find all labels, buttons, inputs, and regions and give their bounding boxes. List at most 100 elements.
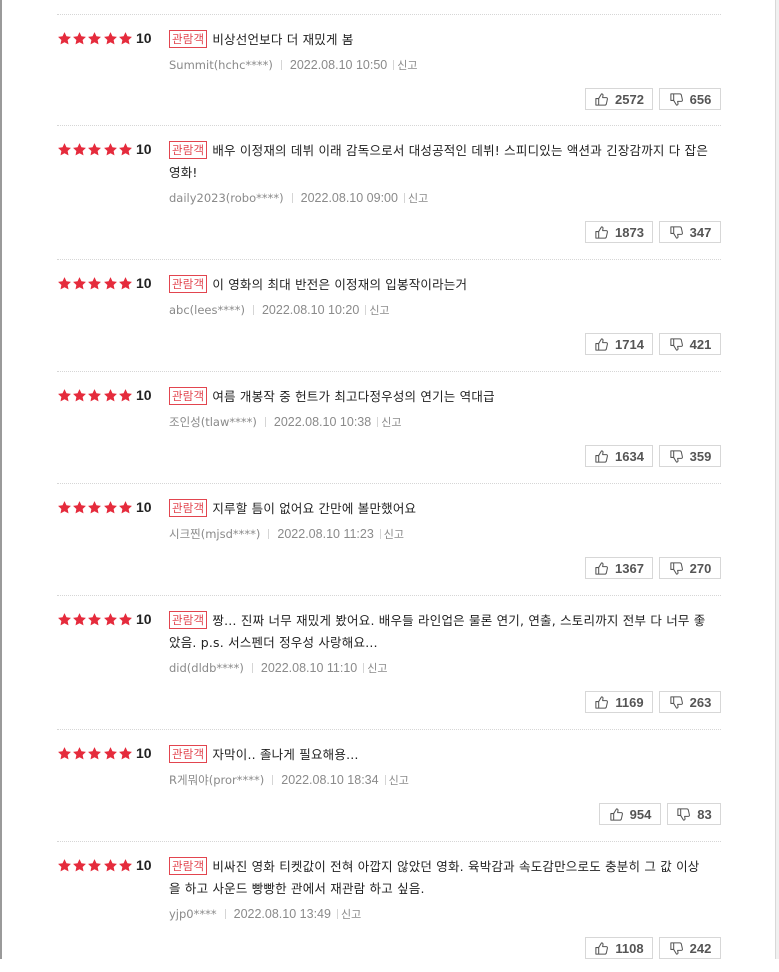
reviewer-name[interactable]: 시크찐(mjsd****) xyxy=(169,526,260,542)
reviewer-name[interactable]: daily2023(robo****) xyxy=(169,191,284,205)
divider xyxy=(272,775,274,785)
star-icon xyxy=(57,858,72,873)
review-meta: abc(lees****) 2022.08.10 10:20 신고 xyxy=(169,302,709,318)
like-button[interactable]: 1714 xyxy=(585,333,653,355)
report-link[interactable]: 신고 xyxy=(384,526,404,542)
review-item: 10 관람객 비상선언보다 더 재밌게 봄 Summit(hchc****) 202… xyxy=(57,15,721,126)
dislike-button[interactable]: 270 xyxy=(659,557,721,579)
audience-badge: 관람객 xyxy=(169,499,208,517)
dislike-button[interactable]: 347 xyxy=(659,221,721,243)
rating-score: 10 xyxy=(136,611,152,627)
report-link[interactable]: 신고 xyxy=(367,660,387,676)
review-date: 2022.08.10 10:38 xyxy=(273,415,372,429)
vote-buttons: 1367 270 xyxy=(585,557,721,579)
rating-score: 10 xyxy=(136,30,152,46)
review-date: 2022.08.10 09:00 xyxy=(300,191,398,205)
scrollbar-track[interactable] xyxy=(775,0,779,959)
star-icon xyxy=(57,746,72,761)
star-icon xyxy=(57,142,72,157)
reviewer-name[interactable]: 조인성(tlaw****) xyxy=(169,414,257,430)
star-rating xyxy=(57,388,133,403)
star-icon xyxy=(72,612,87,627)
star-icon xyxy=(72,858,87,873)
review-date: 2022.08.10 11:10 xyxy=(260,661,358,675)
like-button[interactable]: 1108 xyxy=(585,937,653,959)
star-rating xyxy=(57,612,133,627)
dislike-button[interactable]: 359 xyxy=(659,445,721,467)
dislike-count: 656 xyxy=(689,91,712,107)
like-count: 954 xyxy=(629,806,652,822)
thumbs-down-icon xyxy=(669,941,684,956)
star-icon xyxy=(118,388,133,403)
report-link[interactable]: 신고 xyxy=(408,190,428,206)
star-icon xyxy=(87,142,102,157)
star-icon xyxy=(57,31,72,46)
review-content: 비싸진 영화 티켓값이 전혀 아깝지 않았던 영화. 육박감과 속도감만으로도 … xyxy=(169,859,700,896)
dislike-count: 347 xyxy=(689,224,712,240)
star-icon xyxy=(118,746,133,761)
like-button[interactable]: 2572 xyxy=(585,88,653,110)
review-item: 10 관람객 자막이.. 졸나게 필요해용… R게뭐야(pror****) 2022… xyxy=(57,730,721,842)
like-count: 1714 xyxy=(615,336,644,352)
thumbs-up-icon xyxy=(594,337,609,352)
star-icon xyxy=(103,746,118,761)
audience-badge: 관람객 xyxy=(169,857,208,875)
review-content: 여름 개봉작 중 헌트가 최고다정우성의 연기는 역대급 xyxy=(212,389,495,404)
review-text: 관람객 비싸진 영화 티켓값이 전혀 아깝지 않았던 영화. 육박감과 속도감만으… xyxy=(169,856,709,900)
report-link[interactable]: 신고 xyxy=(369,302,389,318)
review-date: 2022.08.10 13:49 xyxy=(233,907,331,921)
review-item: 10 관람객 지루할 틈이 없어요 간만에 볼만했어요 시크찐(mjsd****)… xyxy=(57,484,721,596)
star-icon xyxy=(57,612,72,627)
dislike-count: 359 xyxy=(689,448,712,464)
divider xyxy=(393,60,395,70)
dislike-button[interactable]: 421 xyxy=(659,333,721,355)
report-link[interactable]: 신고 xyxy=(341,906,361,922)
review-meta: did(dldb****) 2022.08.10 11:10 신고 xyxy=(169,660,709,676)
star-icon xyxy=(118,612,133,627)
reviewer-name[interactable]: Summit(hchc****) xyxy=(169,58,273,72)
review-content: 지루할 틈이 없어요 간만에 볼만했어요 xyxy=(212,501,417,516)
review-meta: 시크찐(mjsd****) 2022.08.10 11:23 신고 xyxy=(169,526,709,542)
reviewer-name[interactable]: R게뭐야(pror****) xyxy=(169,772,264,788)
star-icon xyxy=(118,858,133,873)
reviewer-name[interactable]: abc(lees****) xyxy=(169,303,245,317)
like-button[interactable]: 1873 xyxy=(585,221,653,243)
report-link[interactable]: 신고 xyxy=(397,57,417,73)
dislike-button[interactable]: 83 xyxy=(667,803,721,825)
review-date: 2022.08.10 18:34 xyxy=(281,773,379,787)
star-rating xyxy=(57,858,133,873)
like-count: 1367 xyxy=(615,560,644,576)
vote-buttons: 954 83 xyxy=(599,803,721,825)
dislike-button[interactable]: 242 xyxy=(659,937,721,959)
review-meta: 조인성(tlaw****) 2022.08.10 10:38 신고 xyxy=(169,414,709,430)
dislike-button[interactable]: 656 xyxy=(659,88,721,110)
review-list: 10 관람객 비상선언보다 더 재밌게 봄 Summit(hchc****) 202… xyxy=(57,0,721,972)
reviewer-name[interactable]: did(dldb****) xyxy=(169,661,244,675)
thumbs-up-icon xyxy=(594,561,609,576)
report-link[interactable]: 신고 xyxy=(381,414,401,430)
like-button[interactable]: 1634 xyxy=(585,445,653,467)
divider xyxy=(365,305,367,315)
review-item: 10 관람객 배우 이정재의 데뷔 이래 감독으로서 대성공적인 데뷔! 스피디있… xyxy=(57,126,721,260)
divider xyxy=(264,417,266,427)
vote-buttons: 1169 263 xyxy=(585,691,721,713)
like-button[interactable]: 954 xyxy=(599,803,661,825)
dislike-button[interactable]: 263 xyxy=(659,691,721,713)
divider xyxy=(224,909,226,919)
report-link[interactable]: 신고 xyxy=(389,772,409,788)
divider xyxy=(363,663,365,673)
divider xyxy=(291,193,293,203)
like-button[interactable]: 1367 xyxy=(585,557,653,579)
thumbs-down-icon xyxy=(669,225,684,240)
divider xyxy=(379,529,381,539)
star-icon xyxy=(103,31,118,46)
review-meta: daily2023(robo****) 2022.08.10 09:00 신고 xyxy=(169,190,709,206)
like-button[interactable]: 1169 xyxy=(585,691,653,713)
star-icon xyxy=(118,276,133,291)
vote-buttons: 1108 242 xyxy=(585,937,721,959)
star-icon xyxy=(72,746,87,761)
audience-badge: 관람객 xyxy=(169,611,208,629)
vote-buttons: 2572 656 xyxy=(585,88,721,110)
star-icon xyxy=(103,612,118,627)
reviewer-name[interactable]: yjp0**** xyxy=(169,907,217,921)
